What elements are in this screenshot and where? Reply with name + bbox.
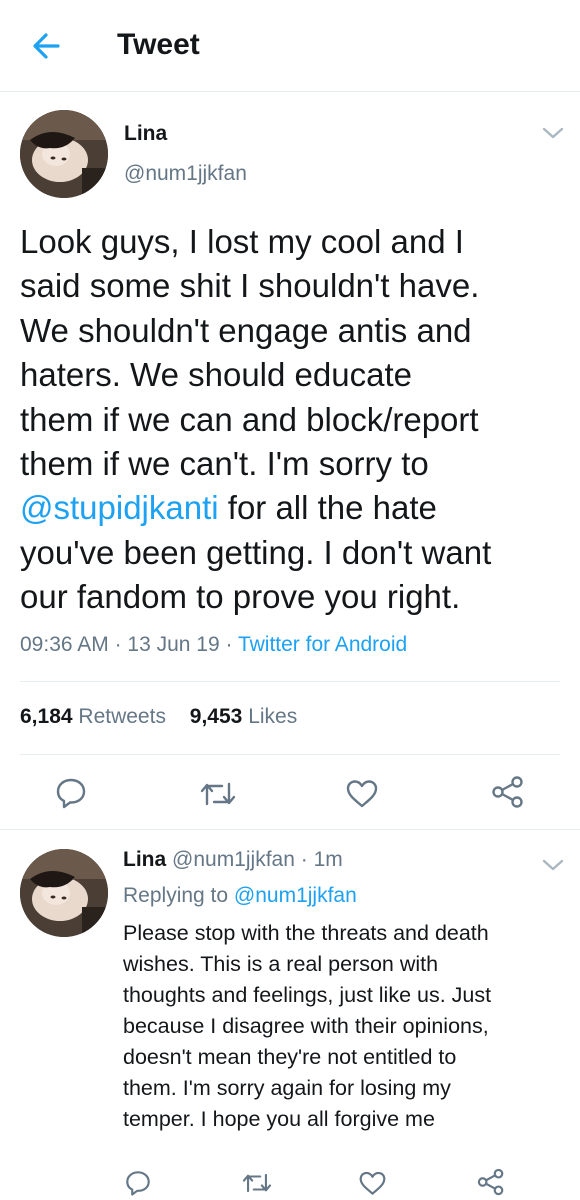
divider	[20, 681, 560, 682]
chevron-down-icon[interactable]	[540, 124, 566, 142]
reply-body: Please stop with the threats and death w…	[123, 918, 563, 1135]
arrow-left-icon[interactable]	[28, 26, 64, 66]
reply-line: wishes. This is a real person with	[123, 952, 439, 976]
heart-icon[interactable]	[345, 778, 379, 810]
heart-icon[interactable]	[358, 1170, 387, 1197]
tweet-line: We shouldn't engage antis and	[20, 311, 472, 349]
share-icon[interactable]	[476, 1167, 506, 1197]
likes-count[interactable]: 9,453	[190, 705, 243, 728]
retweets-count[interactable]: 6,184	[20, 705, 73, 728]
divider	[20, 754, 560, 755]
tweet-line-suffix: for all the hate	[218, 489, 437, 527]
reply-line: them. I'm sorry again for losing my	[123, 1076, 451, 1100]
reply-line: temper. I hope you all forgive me	[123, 1107, 435, 1131]
tweet-line: you've been getting. I don't want	[20, 533, 492, 571]
divider	[0, 829, 580, 830]
tweet-line: Look guys, I lost my cool and I	[20, 223, 464, 260]
retweet-icon[interactable]	[240, 1170, 274, 1196]
mention-link[interactable]: @stupidjkanti	[20, 489, 219, 526]
retweet-icon[interactable]	[198, 778, 238, 810]
reply-line: doesn't mean they're not entitled to	[123, 1045, 457, 1069]
reply-age: 1m	[313, 848, 343, 871]
tweet-line-with-mention: @stupidjkanti for all the hate	[20, 486, 565, 530]
reply-line: Please stop with the threats and death	[123, 921, 489, 945]
tweet-line: said some shit I shouldn't have.	[20, 267, 480, 305]
replying-to: Replying to @num1jjkfan	[123, 884, 357, 908]
author-handle[interactable]: @num1jjkfan	[124, 162, 247, 186]
reply-author-name[interactable]: Lina	[123, 848, 166, 871]
reply-author-handle[interactable]: @num1jjkfan	[172, 848, 295, 871]
likes-label[interactable]: Likes	[248, 705, 297, 728]
reply-avatar[interactable]	[20, 849, 108, 937]
tweet-body: Look guys, I lost my cool and I said som…	[20, 220, 565, 620]
tweet-time: 09:36 AM	[20, 633, 109, 656]
comment-icon[interactable]	[55, 776, 87, 810]
tweet-date: 13 Jun 19	[127, 633, 220, 656]
tweet-stats: 6,184 Retweets 9,453 Likes	[20, 705, 315, 729]
replying-to-link[interactable]: @num1jjkfan	[234, 884, 357, 907]
avatar[interactable]	[20, 110, 108, 198]
separator-dot: ·	[294, 848, 314, 871]
tweet-line: them if we can and block/report	[20, 400, 479, 438]
chevron-down-icon[interactable]	[540, 856, 566, 874]
author-name[interactable]: Lina	[124, 122, 167, 146]
tweet-line: haters. We should educate	[20, 356, 412, 394]
replying-label: Replying to	[123, 884, 229, 907]
top-app-bar: Tweet	[0, 0, 580, 92]
reply-line: thoughts and feelings, just like us. Jus…	[123, 983, 492, 1007]
reply-line: because I disagree with their opinions,	[123, 1014, 489, 1038]
share-icon[interactable]	[490, 774, 526, 810]
comment-icon[interactable]	[124, 1169, 152, 1197]
tweet-source-link[interactable]: Twitter for Android	[238, 633, 407, 656]
reply-header: Lina @num1jjkfan · 1m	[123, 848, 343, 872]
tweet-line: them if we can't. I'm sorry to	[20, 445, 429, 483]
tweet-line: our fandom to prove you right.	[20, 578, 461, 616]
retweets-label[interactable]: Retweets	[78, 705, 166, 728]
page-title: Tweet	[117, 28, 200, 61]
tweet-metadata: 09:36 AM · 13 Jun 19 · Twitter for Andro…	[20, 633, 408, 656]
